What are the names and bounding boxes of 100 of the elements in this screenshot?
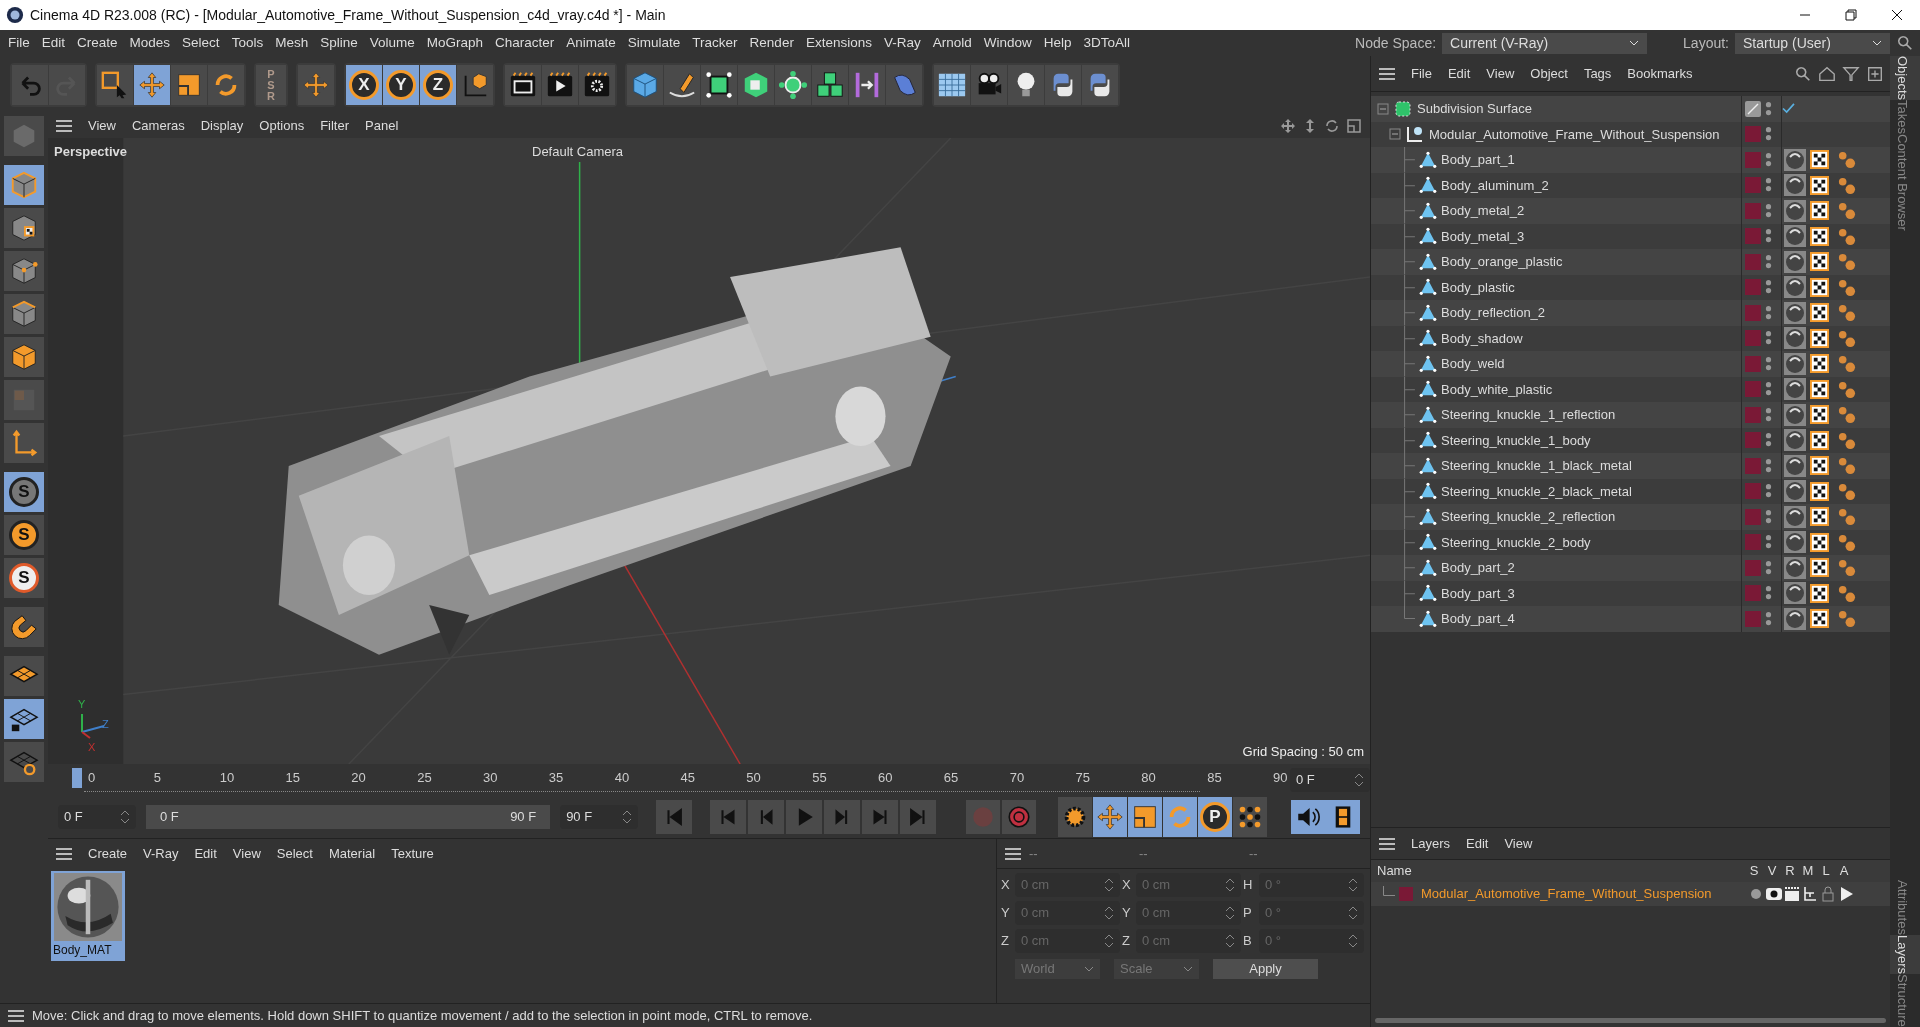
material-tag-icon[interactable] [1784, 505, 1806, 528]
layer-color-swatch[interactable] [1745, 585, 1761, 602]
menu-item[interactable]: View [80, 116, 124, 136]
dots-tag-icon[interactable] [1837, 558, 1856, 578]
checker-tag-icon[interactable] [1810, 303, 1829, 323]
layer-color-swatch[interactable] [1745, 279, 1761, 296]
visibility-dots-icon[interactable] [1765, 177, 1772, 194]
object-name[interactable]: Body_shadow [1441, 328, 1523, 348]
playback-button[interactable] [656, 800, 692, 834]
spinner-icon[interactable] [1348, 905, 1358, 921]
menu-item[interactable]: File [2, 32, 36, 54]
spinner-icon[interactable] [1354, 772, 1364, 788]
material-tag-icon[interactable] [1784, 174, 1806, 197]
material-tag-icon[interactable] [1784, 403, 1806, 426]
object-name[interactable]: Body_part_4 [1441, 609, 1515, 629]
dots-tag-icon[interactable] [1837, 507, 1856, 527]
dots-tag-icon[interactable] [1837, 583, 1856, 603]
dots-tag-icon[interactable] [1837, 252, 1856, 272]
menu-item[interactable]: Bookmarks [1619, 63, 1701, 84]
menu-item[interactable]: Create [80, 844, 136, 864]
spinner-icon[interactable] [1104, 877, 1114, 893]
visibility-dots-icon[interactable] [1765, 202, 1772, 219]
visibility-dots-icon[interactable] [1765, 483, 1772, 500]
visibility-dots-icon[interactable] [1765, 559, 1772, 576]
layout-dropdown[interactable]: Startup (User) [1735, 32, 1890, 54]
material-tag-icon[interactable] [1784, 199, 1806, 222]
material-tag-icon[interactable] [1784, 454, 1806, 477]
tool-button[interactable] [664, 65, 700, 105]
menu-item[interactable]: Display [192, 116, 252, 136]
tool-button[interactable] [1045, 65, 1081, 105]
menu-item[interactable]: Mesh [269, 32, 315, 54]
eye-icon[interactable] [1765, 885, 1783, 903]
menu-item[interactable]: File [1403, 63, 1440, 84]
checker-tag-icon[interactable] [1810, 328, 1829, 348]
node-space-dropdown[interactable]: Current (V-Ray) [1442, 32, 1648, 54]
dots-tag-icon[interactable] [1837, 150, 1856, 170]
menu-item[interactable]: MoGraph [420, 32, 489, 54]
material-tag-icon[interactable] [1784, 327, 1806, 350]
checker-tag-icon[interactable] [1810, 226, 1829, 246]
material-tag-icon[interactable] [1784, 378, 1806, 401]
dots-tag-icon[interactable] [1837, 226, 1856, 246]
checker-tag-icon[interactable] [1810, 354, 1829, 374]
menu-item[interactable]: Arnold [926, 32, 978, 54]
checker-tag-icon[interactable] [1810, 150, 1829, 170]
material-tag-icon[interactable] [1784, 225, 1806, 248]
menu-item[interactable]: Volume [363, 32, 421, 54]
menu-item[interactable]: Material [320, 844, 384, 864]
layer-color-swatch[interactable] [1745, 483, 1761, 500]
search-icon[interactable] [1896, 34, 1914, 52]
tool-button[interactable] [97, 65, 133, 105]
object-name[interactable]: Subdivision Surface [1417, 99, 1532, 119]
material-tag-icon[interactable] [1784, 582, 1806, 605]
material-tag-icon[interactable] [1784, 607, 1806, 630]
dots-tag-icon[interactable] [1837, 201, 1856, 221]
layer-color-swatch[interactable] [1745, 304, 1761, 321]
checker-tag-icon[interactable] [1810, 405, 1829, 425]
visibility-dots-icon[interactable] [1765, 228, 1772, 245]
menu-item[interactable]: Animate [560, 32, 622, 54]
checker-tag-icon[interactable] [1810, 175, 1829, 195]
visibility-dots-icon[interactable] [1765, 432, 1772, 449]
menu-icon[interactable] [1003, 845, 1023, 862]
checker-tag-icon[interactable] [1810, 201, 1829, 221]
layer-color-swatch[interactable] [1745, 534, 1761, 551]
orbit-icon[interactable] [1324, 118, 1340, 134]
spinner-icon[interactable] [1104, 905, 1114, 921]
layer-color-swatch[interactable] [1745, 406, 1761, 423]
clapper-icon[interactable] [1783, 885, 1801, 903]
layer-color-swatch[interactable] [1745, 432, 1761, 449]
menu-item[interactable]: Window [977, 32, 1038, 54]
menu-item[interactable]: Options [251, 116, 313, 136]
object-name[interactable]: Body_metal_2 [1441, 201, 1525, 221]
collapse-icon[interactable] [1377, 102, 1389, 115]
menu-item[interactable]: Select [176, 32, 226, 54]
checker-tag-icon[interactable] [1810, 558, 1829, 578]
menu-item[interactable]: View [1496, 833, 1541, 854]
spinner-icon[interactable] [1225, 933, 1235, 949]
menu-icon[interactable] [6, 1007, 26, 1024]
spinner-icon[interactable] [1225, 905, 1235, 921]
dots-tag-icon[interactable] [1837, 532, 1856, 552]
dots-tag-icon[interactable] [1837, 481, 1856, 501]
spinner-icon[interactable] [1348, 933, 1358, 949]
dots-tag-icon[interactable] [1837, 303, 1856, 323]
material-tag-icon[interactable] [1784, 429, 1806, 452]
checker-tag-icon[interactable] [1810, 532, 1829, 552]
menu-icon[interactable] [54, 118, 74, 134]
visibility-dots-icon[interactable] [1765, 457, 1772, 474]
checker-tag-icon[interactable] [1810, 252, 1829, 272]
playback-button[interactable] [710, 800, 746, 834]
visibility-dots-icon[interactable] [1765, 330, 1772, 347]
visibility-dots-icon[interactable] [1765, 151, 1772, 168]
collapse-icon[interactable] [1389, 128, 1401, 141]
layer-color-swatch[interactable] [1745, 457, 1761, 474]
end-frame-field[interactable]: 90 F [560, 805, 638, 829]
menu-item[interactable]: Layers [1403, 833, 1459, 854]
menu-item[interactable]: Spline [314, 32, 364, 54]
visibility-dots-icon[interactable] [1765, 585, 1772, 602]
tool-button[interactable] [505, 65, 541, 105]
checker-tag-icon[interactable] [1810, 583, 1829, 603]
layer-color-swatch[interactable] [1745, 355, 1761, 372]
menu-item[interactable]: 3DToAll [1077, 32, 1137, 54]
